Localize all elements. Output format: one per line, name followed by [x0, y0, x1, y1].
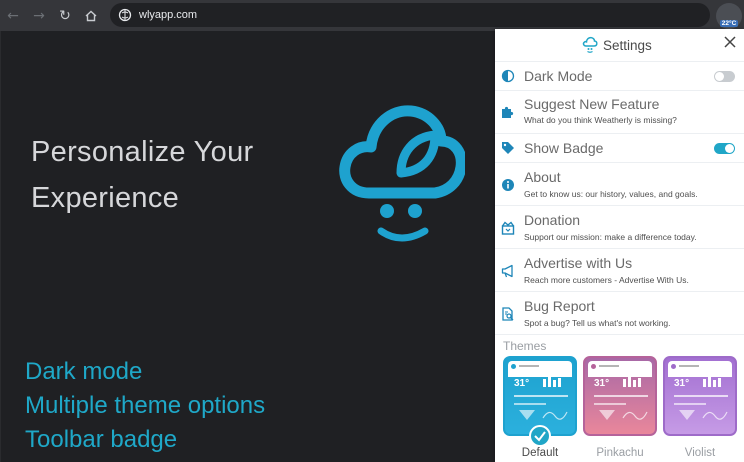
headline-line-1: Personalize Your — [31, 136, 254, 168]
settings-item-donation[interactable]: Donation Support our mission: make a dif… — [495, 206, 744, 249]
megaphone-icon — [501, 264, 513, 278]
settings-item-advertise[interactable]: Advertise with Us Reach more customers -… — [495, 249, 744, 292]
theme-card-violist[interactable]: 31° — [663, 356, 737, 436]
feature-item: Toolbar badge — [25, 426, 178, 453]
settings-panel: Settings Dark Mode Suggest New Feature W… — [495, 29, 744, 462]
tag-icon — [502, 142, 514, 154]
theme-preview-icon — [599, 377, 648, 420]
half-moon-icon — [501, 69, 515, 83]
document-search-icon — [502, 307, 514, 321]
settings-item-label: Bug Report — [524, 298, 595, 314]
themes-section-label: Themes — [503, 339, 547, 353]
headline: Personalize Your Experience — [31, 129, 331, 221]
back-icon[interactable]: ← — [0, 3, 26, 29]
settings-item-label: About — [524, 169, 561, 185]
cloud-logo-icon — [582, 36, 598, 53]
feature-item: Dark mode — [25, 358, 143, 385]
settings-item-bug-report[interactable]: Bug Report Spot a bug? Tell us what's no… — [495, 292, 744, 335]
feature-list: Dark mode Multiple theme options Toolbar… — [25, 355, 265, 457]
settings-item-desc: Spot a bug? Tell us what's not working. — [524, 318, 671, 328]
site-info-icon[interactable] — [118, 8, 132, 22]
show-badge-toggle[interactable] — [714, 143, 735, 154]
theme-name[interactable]: Pinkachu — [583, 447, 657, 459]
cloud-face-logo-icon — [339, 105, 465, 242]
settings-item-desc: What do you think Weatherly is missing? — [524, 115, 677, 125]
puzzle-icon — [502, 106, 514, 118]
settings-header: Settings — [495, 29, 744, 62]
settings-item-desc: Reach more customers - Advertise With Us… — [524, 275, 689, 285]
settings-item-label: Suggest New Feature — [524, 96, 660, 112]
feature-item: Multiple theme options — [25, 392, 266, 419]
settings-item-suggest-feature[interactable]: Suggest New Feature What do you think We… — [495, 91, 744, 134]
settings-item-desc: Get to know us: our history, values, and… — [524, 189, 698, 199]
reload-icon[interactable]: ↻ — [52, 3, 78, 29]
settings-item-label: Donation — [524, 212, 581, 228]
settings-item-label: Advertise with Us — [524, 255, 633, 271]
address-bar[interactable]: wlyapp.com — [110, 3, 710, 27]
theme-card-pinkachu[interactable]: 31° — [583, 356, 657, 436]
theme-name[interactable]: Default — [503, 447, 577, 459]
settings-item-show-badge[interactable]: Show Badge — [495, 134, 744, 163]
weather-extension-button[interactable]: 22°C — [716, 3, 742, 29]
home-icon[interactable] — [78, 3, 104, 29]
settings-title: Settings — [603, 38, 652, 53]
selected-check-icon — [529, 425, 551, 447]
settings-item-label: Dark Mode — [524, 68, 593, 84]
close-icon[interactable] — [723, 35, 737, 49]
info-icon — [502, 179, 514, 191]
browser-toolbar: ← → ↻ wlyapp.com 22°C — [0, 0, 744, 31]
gift-box-icon — [501, 221, 515, 235]
headline-line-2: Experience — [31, 182, 180, 214]
dark-mode-toggle[interactable] — [714, 71, 735, 82]
theme-card-default[interactable]: 31° — [503, 356, 577, 436]
settings-item-label: Show Badge — [524, 140, 604, 156]
theme-name[interactable]: Violist — [663, 447, 737, 459]
extension-badge: 22°C — [719, 20, 739, 27]
settings-item-dark-mode[interactable]: Dark Mode — [495, 62, 744, 91]
settings-item-desc: Support our mission: make a difference t… — [524, 232, 697, 242]
url-text: wlyapp.com — [139, 9, 198, 21]
settings-item-about[interactable]: About Get to know us: our history, value… — [495, 163, 744, 206]
forward-icon[interactable]: → — [26, 3, 52, 29]
theme-preview-icon — [679, 377, 728, 420]
